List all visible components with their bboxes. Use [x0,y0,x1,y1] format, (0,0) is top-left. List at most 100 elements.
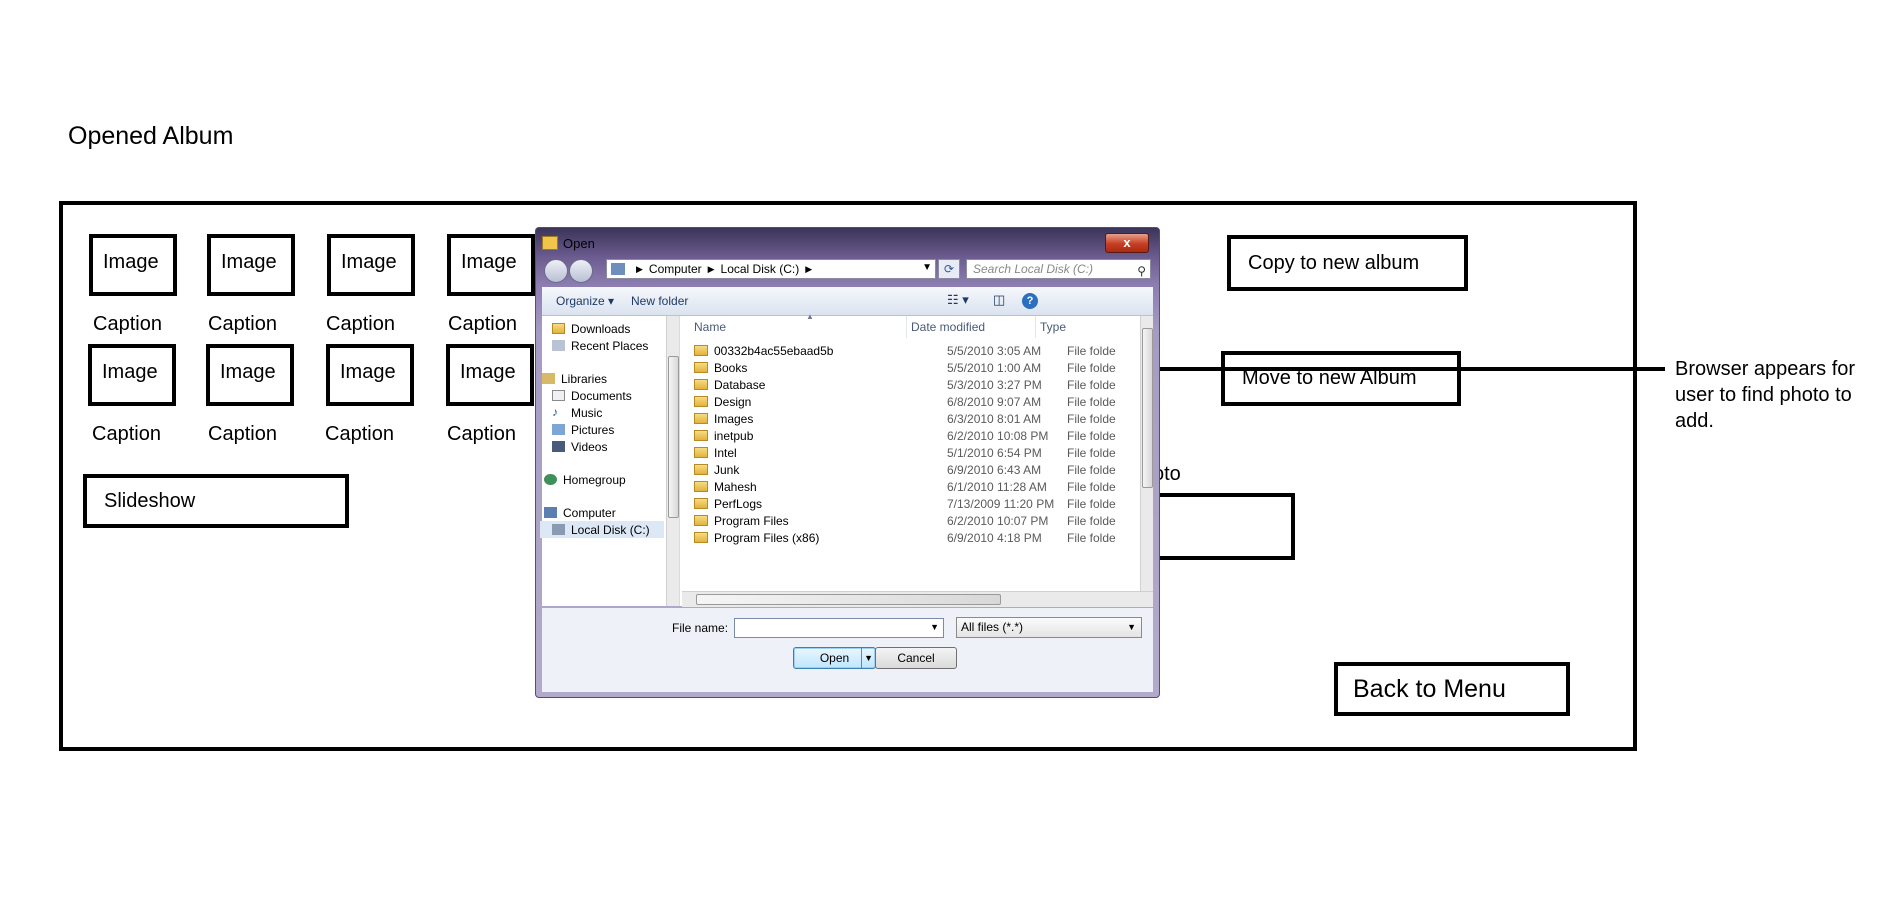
file-name-cell: Program Files (x86) [714,530,820,545]
nav-item-homegroup[interactable]: Homegroup [544,471,664,488]
file-name-input[interactable]: ▼ [734,618,944,638]
nav-pane-scrollbar[interactable] [666,316,679,606]
slideshow-button[interactable]: Slideshow [83,474,349,528]
computer-icon [611,263,625,275]
close-button[interactable]: x [1105,233,1149,253]
image-thumbnail[interactable]: Image [89,234,177,296]
file-type-cell: File folde [1067,394,1116,409]
file-date-cell: 6/2/2010 10:07 PM [947,513,1049,528]
file-row[interactable]: 00332b4ac55ebaad5b 5/5/2010 3:05 AM File f… [694,342,1135,359]
file-type-filter[interactable]: All files (*.*) ▼ [956,617,1142,638]
column-header-date[interactable]: Date modified [906,316,985,338]
file-row[interactable]: inetpub 6/2/2010 10:08 PM File folde [694,427,1135,444]
nav-item-videos[interactable]: Videos [552,438,664,455]
breadcrumb-separator-icon: ▶ [805,263,813,274]
scrollbar-thumb[interactable] [668,356,679,518]
dialog-content: Downloads Recent Places Libraries Docume… [540,312,1153,607]
back-to-menu-button[interactable]: Back to Menu [1334,662,1570,716]
folder-icon [694,430,708,441]
file-name-cell: Junk [714,462,740,477]
sort-ascending-icon: ▲ [806,312,814,321]
nav-item-recent-places[interactable]: Recent Places [552,337,664,354]
breadcrumb-local-disk[interactable]: Local Disk (C:) [721,262,800,276]
new-folder-button[interactable]: New folder [631,294,688,308]
file-row[interactable]: Program Files (x86) 6/9/2010 4:18 PM File … [694,529,1135,546]
file-row[interactable]: Mahesh 6/1/2010 11:28 AM File folde [694,478,1135,495]
back-arrow-icon[interactable] [544,259,568,283]
file-date-cell: 6/8/2010 9:07 AM [947,394,1042,409]
file-name-cell: PerfLogs [714,496,763,511]
folder-icon [694,515,708,526]
file-name-label: File name: [672,621,729,635]
horizontal-scrollbar[interactable] [682,591,1153,607]
nav-item-label: Local Disk (C:) [571,522,650,537]
preview-pane-icon[interactable]: ◫ [993,292,1005,308]
refresh-icon[interactable]: ⟳ [938,259,960,279]
address-bar[interactable]: ▶ Computer ▶ Local Disk (C:) ▶ ▼ [606,259,936,279]
organize-button[interactable]: Organize ▾ [556,294,614,308]
search-icon[interactable]: ⚲ [1137,262,1146,280]
file-row[interactable]: Images 6/3/2010 8:01 AM File folde [694,410,1135,427]
dialog-toolbar: Organize ▾ New folder ☷ ▾ ◫ ? [542,287,1153,316]
nav-item-pictures[interactable]: Pictures [552,421,664,438]
view-options-icon[interactable]: ☷ ▾ [947,292,969,308]
chevron-down-icon[interactable]: ▼ [922,262,932,273]
breadcrumb-computer[interactable]: Computer [649,262,702,276]
nav-item-libraries[interactable]: Libraries [542,370,664,387]
image-thumbnail[interactable]: Image [327,234,415,296]
file-list-scrollbar[interactable] [1140,316,1153,591]
open-dropdown-icon[interactable]: ▼ [861,648,873,668]
file-type-value: All files (*.*) [961,620,1024,634]
forward-arrow-icon[interactable] [569,259,593,283]
file-row[interactable]: Books 5/5/2010 1:00 AM File folde [694,359,1135,376]
nav-item-music[interactable]: ♪ Music [552,404,664,421]
file-type-cell: File folde [1067,496,1116,511]
image-thumbnail[interactable]: Image [446,344,534,406]
copy-to-new-album-button[interactable]: Copy to new album [1227,235,1468,291]
file-name-cell: Images [714,411,754,426]
nav-item-label: Downloads [571,321,631,336]
file-type-cell: File folde [1067,360,1116,375]
breadcrumb-separator-icon: ▶ [636,263,643,274]
folder-icon [694,362,708,373]
file-type-cell: File folde [1067,479,1116,494]
file-name-cell: Program Files [714,513,789,528]
nav-item-documents[interactable]: Documents [552,387,664,404]
cancel-button[interactable]: Cancel [875,647,957,669]
scrollbar-thumb[interactable] [696,594,1001,605]
nav-item-downloads[interactable]: Downloads [552,320,664,337]
image-thumbnail[interactable]: Image [88,344,176,406]
help-icon[interactable]: ? [1022,293,1038,309]
music-icon: ♪ [552,405,558,419]
nav-item-local-disk[interactable]: Local Disk (C:) [540,521,664,538]
computer-icon [544,507,557,518]
file-row[interactable]: PerfLogs 7/13/2009 11:20 PM File folde [694,495,1135,512]
documents-icon [552,390,565,401]
image-thumbnail[interactable]: Image [326,344,414,406]
file-list-pane: Name ▲ Date modified Type 00332b4ac55eba… [682,312,1153,607]
image-thumbnail[interactable]: Image [206,344,294,406]
chevron-down-icon[interactable]: ▼ [930,622,939,632]
chevron-down-icon: ▼ [1127,622,1136,632]
file-row[interactable]: Intel 5/1/2010 6:54 PM File folde [694,444,1135,461]
folder-icon [694,498,708,509]
image-thumbnail[interactable]: Image [447,234,535,296]
image-thumbnail[interactable]: Image [207,234,295,296]
search-input[interactable]: Search Local Disk (C:) ⚲ [966,259,1151,279]
move-to-new-album-button[interactable]: Move to new Album [1221,351,1461,406]
nav-item-computer[interactable]: Computer [544,504,664,521]
file-row[interactable]: Junk 6/9/2010 6:43 AM File folde [694,461,1135,478]
image-caption: Caption [93,313,162,335]
file-date-cell: 6/9/2010 6:43 AM [947,462,1042,477]
file-row[interactable]: Program Files 6/2/2010 10:07 PM File folde [694,512,1135,529]
videos-icon [552,441,565,452]
file-row[interactable]: Design 6/8/2010 9:07 AM File folde [694,393,1135,410]
file-row[interactable]: Database 5/3/2010 3:27 PM File folde [694,376,1135,393]
open-button[interactable]: Open ▼ [793,647,876,669]
column-header-name[interactable]: Name [694,316,726,338]
nav-item-label: Music [571,405,603,420]
scrollbar-thumb[interactable] [1142,328,1153,488]
file-type-cell: File folde [1067,530,1116,545]
nav-item-label: Homegroup [563,472,626,487]
column-header-type[interactable]: Type [1035,316,1066,338]
